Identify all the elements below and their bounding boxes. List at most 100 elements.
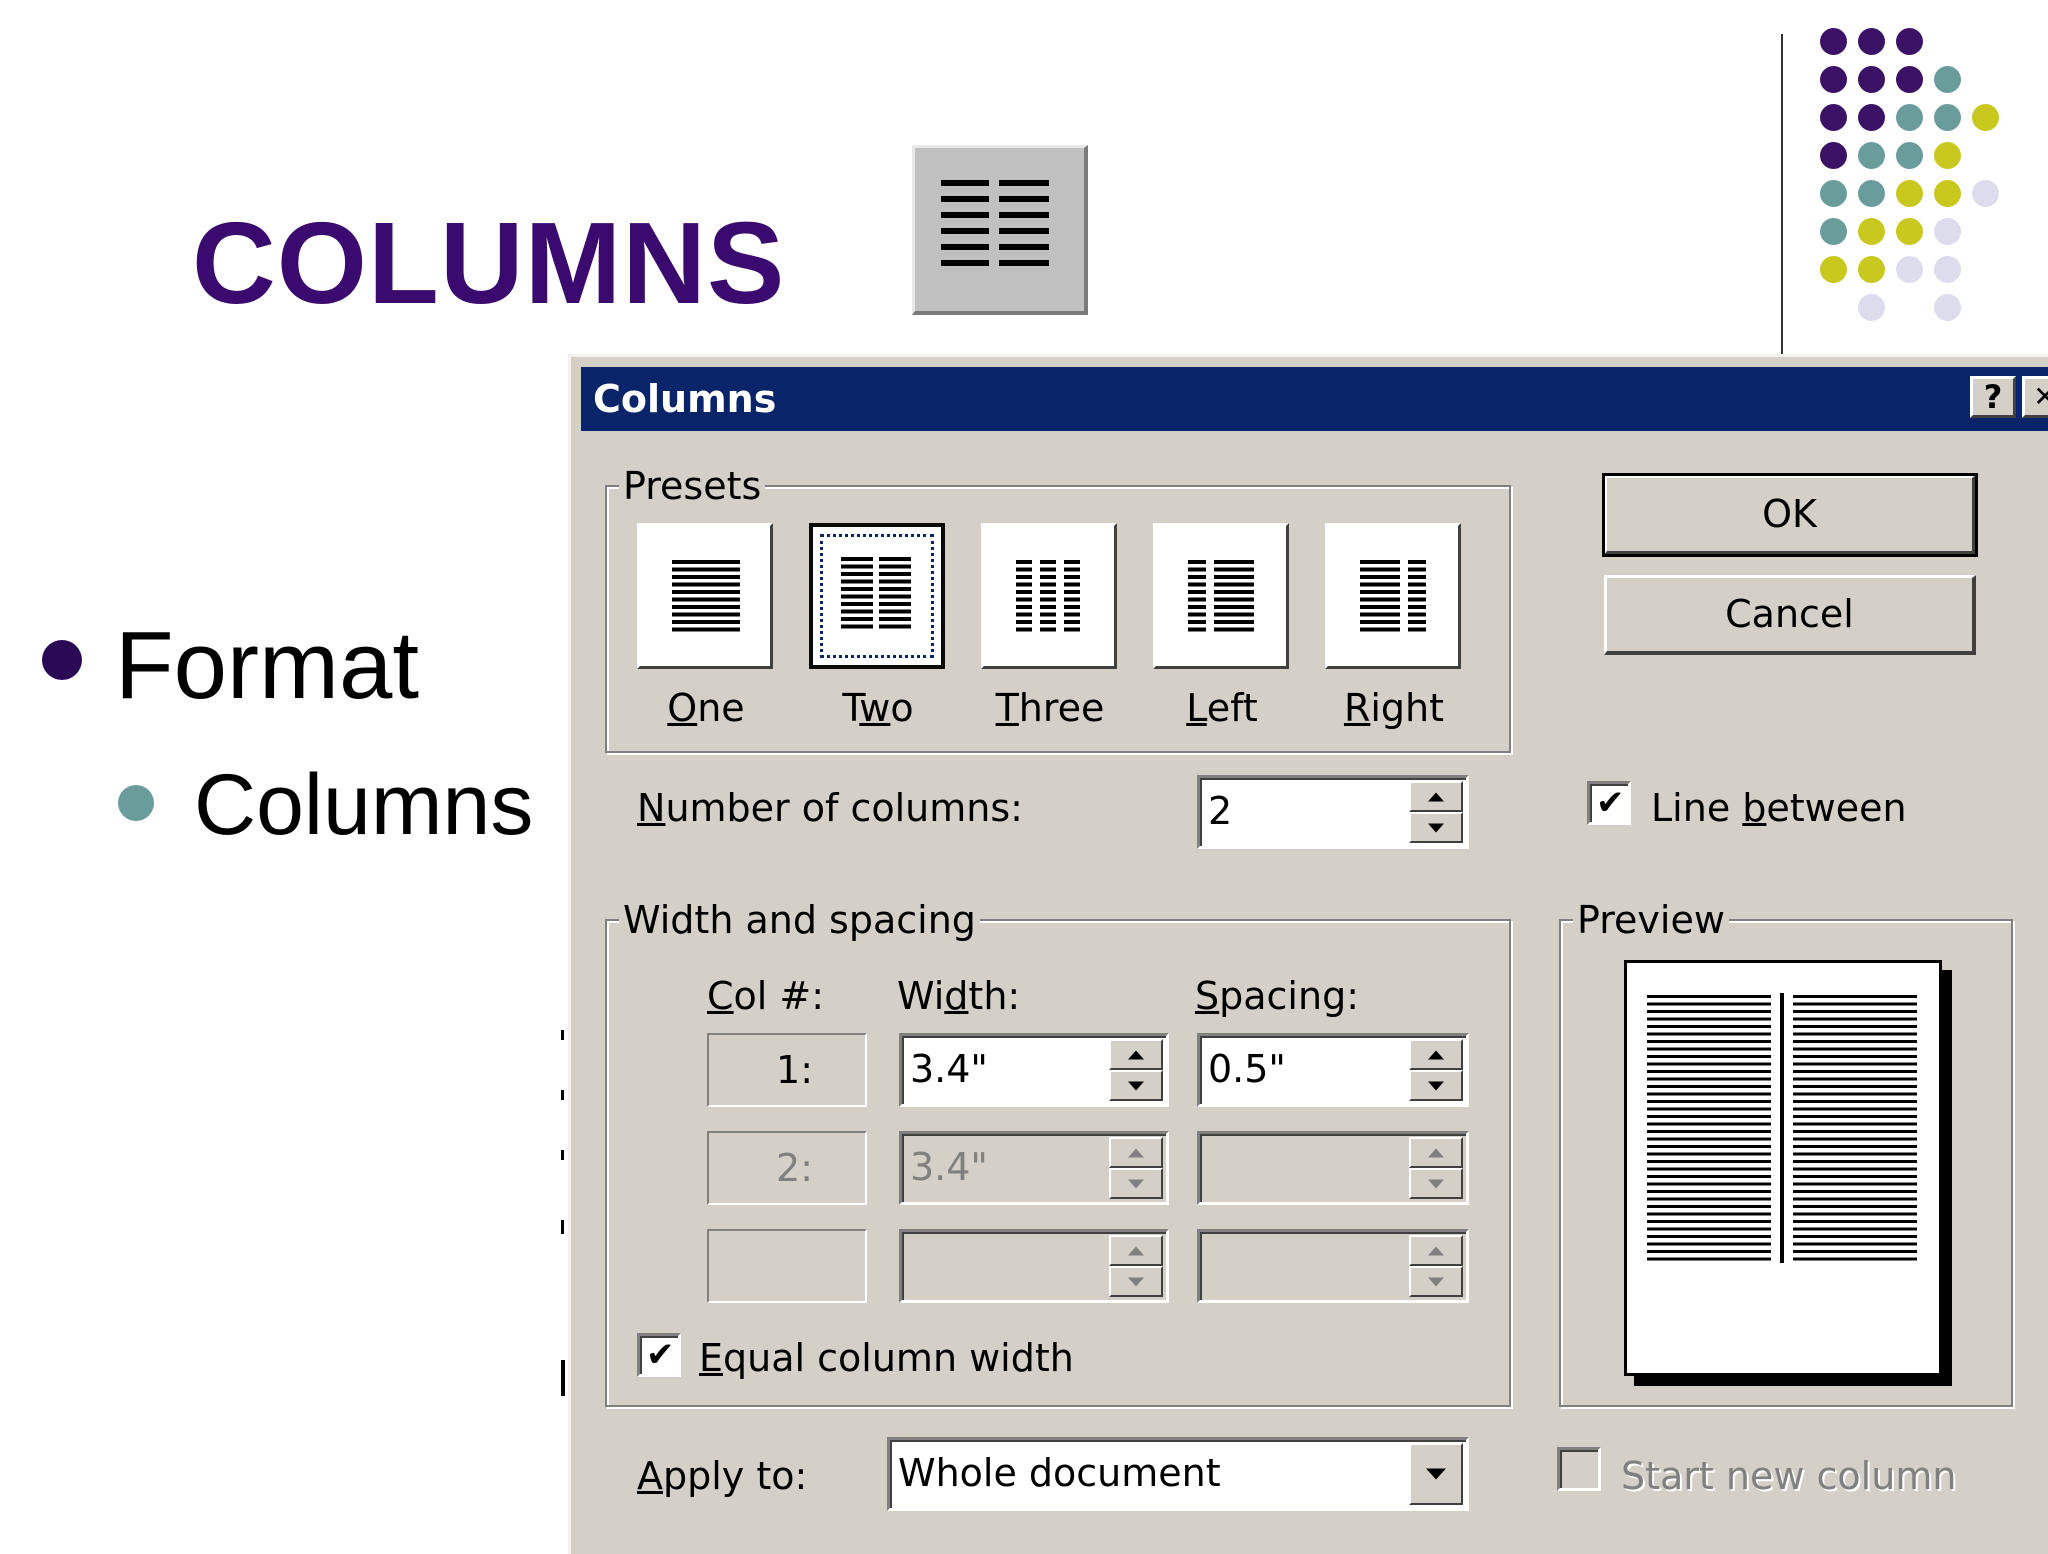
decorative-dot xyxy=(1858,180,1885,207)
presets-legend: Presets xyxy=(619,467,766,505)
spin-down-button xyxy=(1409,1266,1463,1297)
spin-up-button xyxy=(1109,1137,1163,1168)
close-button[interactable]: ✕ xyxy=(2022,376,2048,418)
spin-down-button[interactable] xyxy=(1109,1070,1163,1101)
down-arrow-icon xyxy=(1428,823,1444,832)
width-input-2: 3.4" xyxy=(899,1131,1169,1205)
decorative-dot xyxy=(1858,294,1885,321)
col-number-3 xyxy=(707,1229,867,1303)
width-input-1[interactable]: 3.4" xyxy=(899,1033,1169,1107)
label-rest: ne xyxy=(697,686,745,730)
dialog-titlebar[interactable]: Columns ? ✕ xyxy=(581,367,2048,431)
checkmark-icon: ✔ xyxy=(1596,783,1625,823)
width-spinner-1[interactable] xyxy=(1109,1039,1163,1101)
preset-left-label[interactable]: Left xyxy=(1147,689,1297,727)
decorative-dot xyxy=(1820,28,1847,55)
decorative-dot xyxy=(1896,180,1923,207)
spacing-spinner-2 xyxy=(1409,1137,1463,1199)
accel-l: L xyxy=(1186,686,1207,730)
label-rest: hree xyxy=(1018,686,1105,730)
decorative-dot xyxy=(1820,180,1847,207)
spin-up-button[interactable] xyxy=(1109,1039,1163,1070)
preview-page xyxy=(1624,960,1942,1376)
label-rest: pacing: xyxy=(1219,974,1359,1018)
spacing-input-1[interactable]: 0.5" xyxy=(1197,1033,1469,1107)
chevron-down-icon xyxy=(1426,1468,1446,1480)
line-between-checkbox[interactable]: ✔ xyxy=(1587,781,1631,825)
label-pre: Wi xyxy=(897,974,945,1018)
width-input-3 xyxy=(899,1229,1169,1303)
one-column-icon xyxy=(672,560,740,632)
preset-one[interactable] xyxy=(637,523,773,669)
label-pre: T xyxy=(842,686,860,730)
equal-column-width-checkbox[interactable]: ✔ xyxy=(637,1333,681,1377)
up-arrow-icon xyxy=(1128,1148,1144,1157)
up-arrow-icon xyxy=(1128,1246,1144,1255)
preset-right-label[interactable]: Right xyxy=(1319,689,1469,727)
slide-title: COLUMNS xyxy=(192,198,786,328)
accel-r: R xyxy=(1343,686,1371,730)
label-rest: ol #: xyxy=(733,974,825,1018)
decorative-dot xyxy=(1896,28,1923,55)
ok-button[interactable]: OK xyxy=(1602,473,1978,557)
label-rest: o xyxy=(890,686,914,730)
spin-down-button[interactable] xyxy=(1409,1070,1463,1101)
decorative-dot xyxy=(1896,142,1923,169)
preview-legend: Preview xyxy=(1573,901,1729,939)
dropdown-button[interactable] xyxy=(1409,1443,1463,1505)
width-header: Width: xyxy=(897,977,1020,1015)
decorative-dot xyxy=(1934,142,1961,169)
preset-left[interactable] xyxy=(1153,523,1289,669)
spacing-spinner-3 xyxy=(1409,1235,1463,1297)
edge-marks xyxy=(561,1030,565,1396)
bullet-level2 xyxy=(118,785,154,821)
slide-divider xyxy=(1781,34,1783,354)
spacing-spinner-1[interactable] xyxy=(1409,1039,1463,1101)
down-arrow-icon xyxy=(1128,1179,1144,1188)
decorative-dot xyxy=(1934,104,1961,131)
down-arrow-icon xyxy=(1428,1081,1444,1090)
line-between-label[interactable]: Line between xyxy=(1651,789,1907,827)
spin-down-button[interactable] xyxy=(1409,812,1463,843)
col-header: Col #: xyxy=(707,977,824,1015)
bullet-columns: Columns xyxy=(194,757,534,853)
preset-two-label[interactable]: Two xyxy=(803,689,953,727)
width-spinner-2 xyxy=(1109,1137,1163,1199)
cancel-button[interactable]: Cancel xyxy=(1604,575,1976,655)
bullet-level1 xyxy=(42,640,82,680)
preset-right[interactable] xyxy=(1325,523,1461,669)
accel-o: O xyxy=(667,686,698,730)
spin-up-button[interactable] xyxy=(1409,1039,1463,1070)
preset-two[interactable] xyxy=(809,523,945,669)
accel-c: C xyxy=(707,974,734,1018)
spacing-input-3 xyxy=(1197,1229,1469,1303)
decorative-dot xyxy=(1972,180,1999,207)
number-of-columns-input[interactable]: 2 xyxy=(1197,775,1469,849)
start-new-column-checkbox xyxy=(1557,1447,1601,1491)
preview-columns-graphic xyxy=(1647,993,1917,1263)
decorative-dot xyxy=(1858,66,1885,93)
dialog-title: Columns xyxy=(593,377,777,421)
preset-three[interactable] xyxy=(981,523,1117,669)
number-of-columns-spinner[interactable] xyxy=(1409,781,1463,843)
two-column-icon xyxy=(841,557,911,629)
spin-up-button[interactable] xyxy=(1409,781,1463,812)
decorative-dot-grid xyxy=(1820,28,2020,328)
up-arrow-icon xyxy=(1428,792,1444,801)
apply-to-select[interactable]: Whole document xyxy=(887,1437,1469,1511)
up-arrow-icon xyxy=(1428,1050,1444,1059)
up-arrow-icon xyxy=(1428,1246,1444,1255)
decorative-dot xyxy=(1858,218,1885,245)
help-button[interactable]: ? xyxy=(1970,376,2016,418)
equal-column-width-label[interactable]: Equal column width xyxy=(699,1339,1074,1377)
preset-one-label[interactable]: One xyxy=(631,689,781,727)
up-arrow-icon xyxy=(1428,1148,1444,1157)
decorative-dot xyxy=(1820,218,1847,245)
decorative-dot xyxy=(1820,256,1847,283)
label-pre: Line xyxy=(1651,786,1743,830)
decorative-dot xyxy=(1820,104,1847,131)
width-value-2: 3.4" xyxy=(910,1145,988,1189)
apply-to-value: Whole document xyxy=(898,1451,1221,1495)
apply-to-label: Apply to: xyxy=(637,1457,807,1495)
preset-three-label[interactable]: Three xyxy=(975,689,1125,727)
